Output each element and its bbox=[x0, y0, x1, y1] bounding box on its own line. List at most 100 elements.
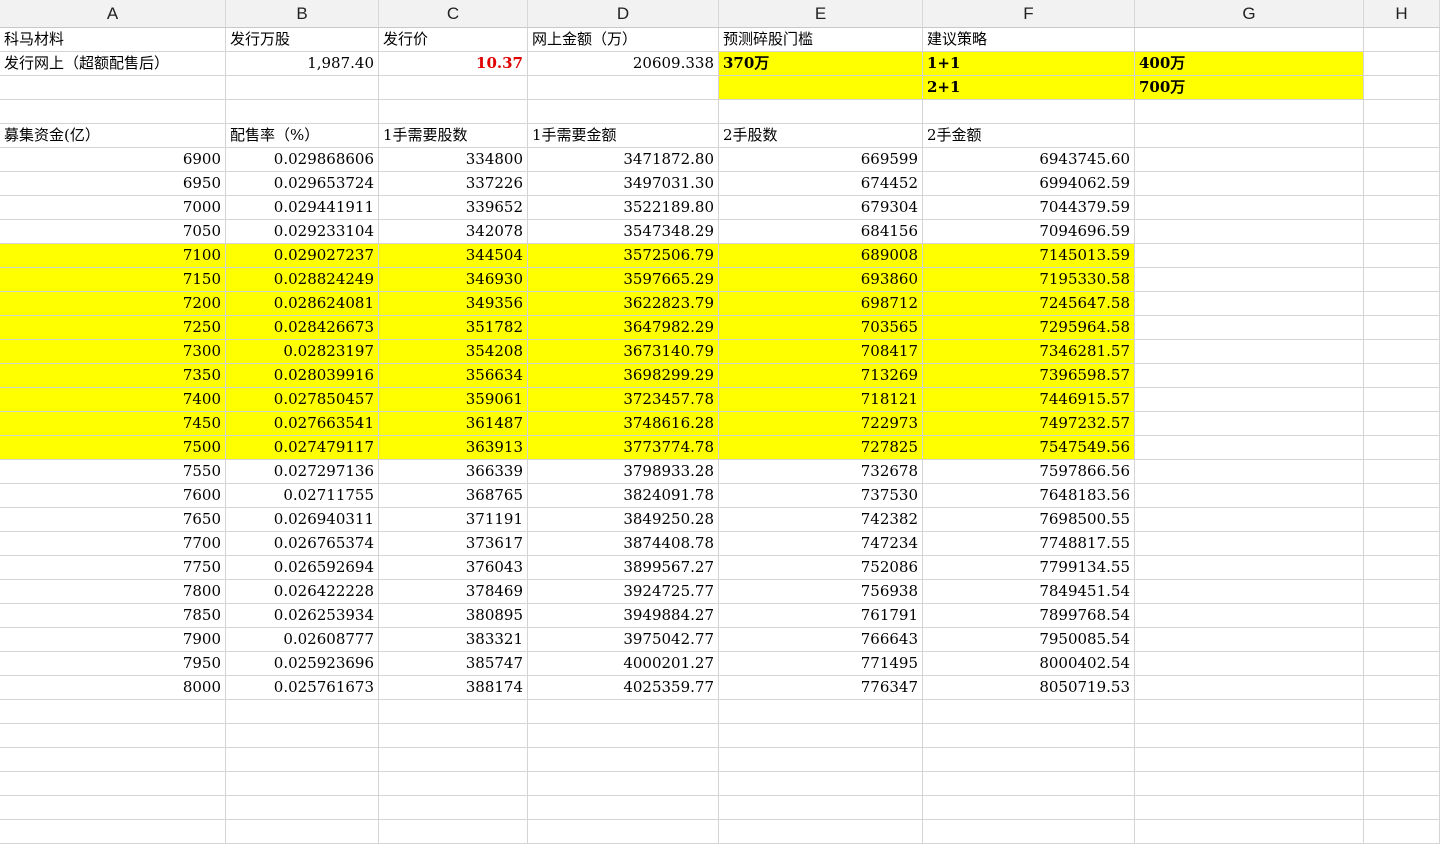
cell[interactable] bbox=[0, 700, 226, 724]
cell[interactable] bbox=[226, 76, 379, 100]
table-cell[interactable]: 7295964.58 bbox=[923, 316, 1135, 340]
cell[interactable] bbox=[1364, 364, 1440, 388]
info-label-cell[interactable]: 建议策略 bbox=[923, 28, 1135, 52]
table-cell[interactable]: 6950 bbox=[0, 172, 226, 196]
table-cell[interactable]: 7750 bbox=[0, 556, 226, 580]
cell[interactable] bbox=[1364, 196, 1440, 220]
cell[interactable] bbox=[379, 820, 528, 844]
table-cell[interactable]: 0.026940311 bbox=[226, 508, 379, 532]
table-cell[interactable]: 3698299.29 bbox=[528, 364, 719, 388]
table-cell[interactable]: 3471872.80 bbox=[528, 148, 719, 172]
cell[interactable] bbox=[0, 820, 226, 844]
table-cell[interactable]: 747234 bbox=[719, 532, 923, 556]
table-cell[interactable]: 7500 bbox=[0, 436, 226, 460]
table-cell[interactable]: 708417 bbox=[719, 340, 923, 364]
table-cell[interactable]: 3824091.78 bbox=[528, 484, 719, 508]
cell[interactable] bbox=[719, 76, 923, 100]
cell[interactable] bbox=[379, 748, 528, 772]
table-cell[interactable]: 0.027479117 bbox=[226, 436, 379, 460]
table-cell[interactable]: 354208 bbox=[379, 340, 528, 364]
cell[interactable] bbox=[528, 820, 719, 844]
table-cell[interactable]: 3497031.30 bbox=[528, 172, 719, 196]
table-cell[interactable]: 363913 bbox=[379, 436, 528, 460]
table-cell[interactable]: 373617 bbox=[379, 532, 528, 556]
table-cell[interactable]: 344504 bbox=[379, 244, 528, 268]
table-cell[interactable]: 7900 bbox=[0, 628, 226, 652]
cell[interactable] bbox=[1364, 820, 1440, 844]
price-value-cell[interactable]: 10.37 bbox=[379, 52, 528, 76]
cell[interactable] bbox=[1364, 532, 1440, 556]
cell[interactable] bbox=[1135, 292, 1364, 316]
table-cell[interactable]: 669599 bbox=[719, 148, 923, 172]
table-cell[interactable]: 376043 bbox=[379, 556, 528, 580]
table-cell[interactable]: 3673140.79 bbox=[528, 340, 719, 364]
cell[interactable] bbox=[1364, 436, 1440, 460]
cell[interactable] bbox=[1364, 268, 1440, 292]
cell[interactable] bbox=[1135, 196, 1364, 220]
cell[interactable] bbox=[1364, 460, 1440, 484]
table-cell[interactable]: 388174 bbox=[379, 676, 528, 700]
table-cell[interactable]: 3522189.80 bbox=[528, 196, 719, 220]
table-cell[interactable]: 7396598.57 bbox=[923, 364, 1135, 388]
cell[interactable] bbox=[226, 100, 379, 124]
info-label-cell[interactable]: 发行价 bbox=[379, 28, 528, 52]
table-cell[interactable]: 776347 bbox=[719, 676, 923, 700]
table-cell[interactable]: 7799134.55 bbox=[923, 556, 1135, 580]
table-cell[interactable]: 7700 bbox=[0, 532, 226, 556]
cell[interactable] bbox=[528, 724, 719, 748]
table-cell[interactable]: 0.026253934 bbox=[226, 604, 379, 628]
cell[interactable] bbox=[1364, 508, 1440, 532]
table-cell[interactable]: 0.027297136 bbox=[226, 460, 379, 484]
table-cell[interactable]: 366339 bbox=[379, 460, 528, 484]
table-cell[interactable]: 0.026422228 bbox=[226, 580, 379, 604]
table-header-cell[interactable]: 募集资金(亿） bbox=[0, 124, 226, 148]
table-cell[interactable]: 684156 bbox=[719, 220, 923, 244]
table-cell[interactable]: 7300 bbox=[0, 340, 226, 364]
table-cell[interactable]: 7245647.58 bbox=[923, 292, 1135, 316]
cell[interactable] bbox=[1364, 292, 1440, 316]
cell[interactable] bbox=[528, 796, 719, 820]
online-amount-cell[interactable]: 20609.338 bbox=[528, 52, 719, 76]
cell[interactable] bbox=[1135, 364, 1364, 388]
table-cell[interactable]: 7200 bbox=[0, 292, 226, 316]
table-cell[interactable]: 7150 bbox=[0, 268, 226, 292]
table-cell[interactable]: 7400 bbox=[0, 388, 226, 412]
cell[interactable] bbox=[528, 700, 719, 724]
table-cell[interactable]: 737530 bbox=[719, 484, 923, 508]
cell[interactable] bbox=[1135, 436, 1364, 460]
table-cell[interactable]: 0.026592694 bbox=[226, 556, 379, 580]
table-cell[interactable]: 7800 bbox=[0, 580, 226, 604]
table-cell[interactable]: 0.027850457 bbox=[226, 388, 379, 412]
table-cell[interactable]: 0.025923696 bbox=[226, 652, 379, 676]
cell[interactable] bbox=[1135, 484, 1364, 508]
cell[interactable] bbox=[719, 700, 923, 724]
table-cell[interactable]: 689008 bbox=[719, 244, 923, 268]
table-cell[interactable]: 0.02823197 bbox=[226, 340, 379, 364]
strategy-name-cell[interactable]: 1+1 bbox=[923, 52, 1135, 76]
cell[interactable] bbox=[1364, 100, 1440, 124]
table-cell[interactable]: 3597665.29 bbox=[528, 268, 719, 292]
cell[interactable] bbox=[1364, 676, 1440, 700]
table-cell[interactable]: 6900 bbox=[0, 148, 226, 172]
table-cell[interactable]: 0.02711755 bbox=[226, 484, 379, 508]
table-cell[interactable]: 7850 bbox=[0, 604, 226, 628]
cell[interactable] bbox=[1135, 820, 1364, 844]
table-cell[interactable]: 756938 bbox=[719, 580, 923, 604]
cell[interactable] bbox=[923, 724, 1135, 748]
info-label-cell[interactable] bbox=[1135, 28, 1364, 52]
table-cell[interactable]: 722973 bbox=[719, 412, 923, 436]
table-cell[interactable]: 7748817.55 bbox=[923, 532, 1135, 556]
table-cell[interactable]: 3899567.27 bbox=[528, 556, 719, 580]
table-cell[interactable]: 0.028426673 bbox=[226, 316, 379, 340]
table-cell[interactable]: 698712 bbox=[719, 292, 923, 316]
table-cell[interactable]: 0.028039916 bbox=[226, 364, 379, 388]
shares-value-cell[interactable]: 1,987.40 bbox=[226, 52, 379, 76]
cell[interactable] bbox=[0, 724, 226, 748]
cell[interactable] bbox=[719, 796, 923, 820]
cell[interactable] bbox=[1135, 652, 1364, 676]
cell[interactable] bbox=[1364, 724, 1440, 748]
table-cell[interactable]: 0.029653724 bbox=[226, 172, 379, 196]
cell[interactable] bbox=[1135, 556, 1364, 580]
table-cell[interactable]: 7346281.57 bbox=[923, 340, 1135, 364]
cell[interactable] bbox=[0, 772, 226, 796]
